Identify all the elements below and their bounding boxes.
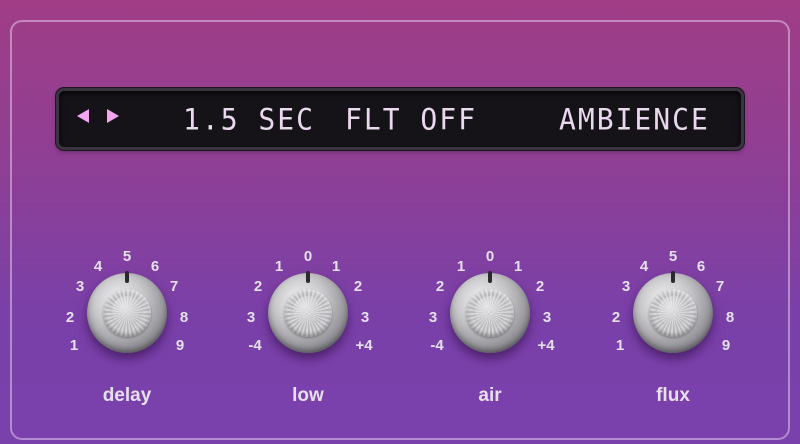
scale-tick: 1 <box>69 337 79 354</box>
scale-tick: 3 <box>75 278 85 295</box>
scale-tick: 2 <box>535 278 545 295</box>
delay-label: delay <box>102 385 152 406</box>
flux-knob[interactable] <box>633 271 713 353</box>
knob-pointer <box>671 271 675 283</box>
scale-tick: 3 <box>542 309 552 326</box>
scale-tick: 0 <box>303 248 313 265</box>
scale-tick: 2 <box>353 278 363 295</box>
scale-tick: 0 <box>485 248 495 265</box>
air-knob[interactable] <box>450 271 530 353</box>
scale-tick: 8 <box>179 309 189 326</box>
scale-tick: 5 <box>122 248 132 265</box>
scale-tick: 2 <box>611 309 621 326</box>
knob-cap <box>284 289 332 337</box>
scale-tick: 7 <box>169 278 179 295</box>
scale-tick: 2 <box>253 278 263 295</box>
scale-tick: 9 <box>721 337 731 354</box>
scale-tick: 2 <box>65 309 75 326</box>
scale-tick: 1 <box>274 258 284 275</box>
scale-tick: 7 <box>715 278 725 295</box>
scale-tick: 2 <box>435 278 445 295</box>
preset-name-readout[interactable]: AMBIENCE <box>559 102 710 137</box>
scale-tick: 9 <box>175 337 185 354</box>
scale-tick: +4 <box>355 337 373 354</box>
scale-tick: 4 <box>639 258 649 275</box>
low-knob-group: -4 3 2 1 0 1 2 3 +4 low <box>243 245 373 415</box>
air-label: air <box>478 385 502 406</box>
scale-tick: 1 <box>615 337 625 354</box>
air-knob-group: -4 3 2 1 0 1 2 3 +4 air <box>425 245 555 415</box>
next-preset-icon[interactable] <box>107 109 119 123</box>
scale-tick: -4 <box>248 337 262 354</box>
delay-time-readout[interactable]: 1.5 SEC <box>183 102 315 137</box>
filter-readout[interactable]: FLT OFF <box>345 102 477 137</box>
scale-tick: +4 <box>537 337 555 354</box>
lcd-display: 1.5 SEC FLT OFF AMBIENCE <box>56 88 744 150</box>
knob-cap <box>103 289 151 337</box>
scale-tick: 3 <box>428 309 438 326</box>
scale-tick: 3 <box>621 278 631 295</box>
knob-pointer <box>488 271 492 283</box>
scale-tick: 5 <box>668 248 678 265</box>
low-knob[interactable] <box>268 271 348 353</box>
flux-label: flux <box>656 385 690 406</box>
prev-preset-icon[interactable] <box>77 109 89 123</box>
scale-tick: -4 <box>430 337 444 354</box>
scale-tick: 1 <box>331 258 341 275</box>
scale-tick: 4 <box>93 258 103 275</box>
scale-tick: 1 <box>513 258 523 275</box>
scale-tick: 8 <box>725 309 735 326</box>
scale-tick: 6 <box>696 258 706 275</box>
knob-pointer <box>306 271 310 283</box>
knob-pointer <box>125 271 129 283</box>
scale-tick: 3 <box>246 309 256 326</box>
knob-cap <box>466 289 514 337</box>
scale-tick: 1 <box>456 258 466 275</box>
flux-knob-group: 1 2 3 4 5 6 7 8 9 flux <box>608 245 738 415</box>
delay-knob[interactable] <box>87 271 167 353</box>
knob-cap <box>649 289 697 337</box>
scale-tick: 6 <box>150 258 160 275</box>
low-label: low <box>292 385 324 406</box>
delay-knob-group: 1 2 3 4 5 6 7 8 9 delay <box>62 245 192 415</box>
scale-tick: 3 <box>360 309 370 326</box>
